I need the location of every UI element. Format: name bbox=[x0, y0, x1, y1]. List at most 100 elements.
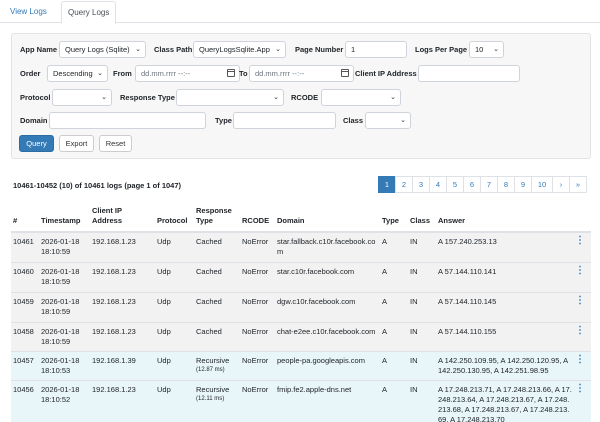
row-type: A bbox=[382, 356, 388, 365]
logs-per-page-label: Logs Per Page bbox=[415, 45, 468, 54]
page-5-link[interactable]: 5 bbox=[446, 176, 464, 193]
header-protocol: Protocol bbox=[157, 216, 188, 225]
row-answer: A 57.144.110.145 bbox=[438, 297, 497, 306]
row-menu-icon[interactable]: ⋮ bbox=[575, 384, 585, 394]
class-path-select[interactable]: QueryLogsSqlite.App ⌄ bbox=[193, 41, 286, 58]
row-date: 2026-01-18 bbox=[41, 237, 80, 246]
client-ip-input[interactable] bbox=[418, 65, 520, 82]
row-client-ip: 192.168.1.23 bbox=[92, 385, 136, 394]
next-page-link[interactable]: › bbox=[552, 176, 570, 193]
row-menu-icon[interactable]: ⋮ bbox=[575, 296, 585, 306]
table-row[interactable]: 10459 2026-01-18 18:10:59 192.168.1.23 U… bbox=[11, 293, 591, 323]
row-domain: fmip.fe2.apple-dns.net bbox=[277, 385, 352, 394]
page-4-link[interactable]: 4 bbox=[429, 176, 447, 193]
chevron-down-icon: ⌄ bbox=[135, 46, 141, 53]
export-button[interactable]: Export bbox=[59, 135, 94, 152]
row-menu-icon[interactable]: ⋮ bbox=[575, 236, 585, 246]
row-protocol: Udp bbox=[157, 237, 171, 246]
row-rcode: NoError bbox=[242, 237, 269, 246]
row-protocol: Udp bbox=[157, 385, 171, 394]
tab-view-logs[interactable]: View Logs bbox=[4, 1, 53, 24]
page-10-link[interactable]: 10 bbox=[531, 176, 553, 193]
row-client-ip: 192.168.1.39 bbox=[92, 356, 136, 365]
row-time: 18:10:59 bbox=[41, 337, 71, 346]
from-placeholder: dd.mm.rrrr --:-- bbox=[141, 69, 191, 78]
header-class: Class bbox=[410, 216, 431, 225]
calendar-icon[interactable] bbox=[227, 69, 235, 77]
tab-query-logs[interactable]: Query Logs bbox=[61, 1, 117, 24]
table-row[interactable]: 10460 2026-01-18 18:10:59 192.168.1.23 U… bbox=[11, 263, 591, 293]
page-9-link[interactable]: 9 bbox=[514, 176, 532, 193]
page-8-link[interactable]: 8 bbox=[497, 176, 515, 193]
row-client-ip: 192.168.1.23 bbox=[92, 297, 136, 306]
chevron-down-icon: ⌄ bbox=[493, 46, 499, 53]
rcode-select[interactable]: ⌄ bbox=[321, 89, 401, 106]
calendar-icon[interactable] bbox=[341, 69, 349, 77]
row-date: 2026-01-18 bbox=[41, 385, 80, 394]
row-response-type: Cached bbox=[196, 327, 222, 336]
row-menu-icon[interactable]: ⋮ bbox=[575, 355, 585, 365]
row-domain: people-pa.googleapis.com bbox=[277, 356, 365, 365]
page-1-link[interactable]: 1 bbox=[378, 176, 396, 193]
row-protocol: Udp bbox=[157, 356, 171, 365]
query-button[interactable]: Query bbox=[19, 135, 54, 152]
chevron-down-icon: ⌄ bbox=[101, 94, 107, 101]
filter-panel: App Name Query Logs (Sqlite) ⌄ Class Path… bbox=[11, 33, 591, 159]
header-domain: Domain bbox=[277, 216, 305, 225]
row-type: A bbox=[382, 267, 388, 276]
to-datetime-input[interactable]: dd.mm.rrrr --:-- bbox=[249, 65, 354, 82]
logs-per-page-value: 10 bbox=[475, 45, 484, 54]
row-time: 18:10:59 bbox=[41, 247, 71, 256]
row-class: IN bbox=[410, 267, 418, 276]
page-3-link[interactable]: 3 bbox=[412, 176, 430, 193]
order-value: Descending bbox=[53, 69, 93, 78]
page-7-link[interactable]: 7 bbox=[480, 176, 498, 193]
row-response-type: Cached bbox=[196, 267, 222, 276]
class-select[interactable]: ⌄ bbox=[365, 112, 411, 129]
response-type-text: Recursive bbox=[196, 385, 230, 394]
page-6-link[interactable]: 6 bbox=[463, 176, 481, 193]
response-type-label: Response Type bbox=[120, 93, 175, 102]
table-row[interactable]: 10457 2026-01-18 18:10:53 192.168.1.39 U… bbox=[11, 352, 591, 381]
row-domain: chat-e2ee.c10r.facebook.com bbox=[277, 327, 376, 336]
last-page-link[interactable]: » bbox=[569, 176, 587, 193]
row-number: 10461 bbox=[13, 237, 34, 246]
logs-per-page-select[interactable]: 10 ⌄ bbox=[469, 41, 504, 58]
to-placeholder: dd.mm.rrrr --:-- bbox=[255, 69, 305, 78]
page-2-link[interactable]: 2 bbox=[395, 176, 413, 193]
response-type-select[interactable]: ⌄ bbox=[176, 89, 284, 106]
row-domain: star.c10r.facebook.com bbox=[277, 267, 355, 276]
response-time: (12.87 ms) bbox=[196, 367, 225, 373]
row-rcode: NoError bbox=[242, 297, 269, 306]
table-row[interactable]: 10461 2026-01-18 18:10:59 192.168.1.23 U… bbox=[11, 233, 591, 263]
type-input[interactable] bbox=[233, 112, 336, 129]
row-answer: A 57.144.110.141 bbox=[438, 267, 497, 276]
row-number: 10460 bbox=[13, 267, 34, 276]
row-rcode: NoError bbox=[242, 385, 269, 394]
row-domain: dgw.c10r.facebook.com bbox=[277, 297, 356, 306]
domain-input[interactable] bbox=[49, 112, 206, 129]
row-menu-icon[interactable]: ⋮ bbox=[575, 266, 585, 276]
row-answer: A 17.248.213.71, A 17.248.213.66, A 17.2… bbox=[438, 385, 572, 422]
table-row[interactable]: 10456 2026-01-18 18:10:52 192.168.1.23 U… bbox=[11, 381, 591, 422]
pagination: 1 2 3 4 5 6 7 8 9 10 › » bbox=[378, 176, 587, 193]
app-name-select[interactable]: Query Logs (Sqlite) ⌄ bbox=[59, 41, 146, 58]
from-label: From bbox=[113, 69, 132, 78]
row-type: A bbox=[382, 297, 388, 306]
header-number: # bbox=[13, 216, 18, 225]
row-response-type: Cached bbox=[196, 297, 222, 306]
reset-button[interactable]: Reset bbox=[99, 135, 132, 152]
from-datetime-input[interactable]: dd.mm.rrrr --:-- bbox=[135, 65, 240, 82]
to-label: To bbox=[239, 69, 248, 78]
row-class: IN bbox=[410, 356, 418, 365]
chevron-down-icon: ⌄ bbox=[273, 94, 279, 101]
order-select[interactable]: Descending ⌄ bbox=[47, 65, 108, 82]
row-time: 18:10:52 bbox=[41, 395, 71, 404]
table-row[interactable]: 10458 2026-01-18 18:10:59 192.168.1.23 U… bbox=[11, 323, 591, 352]
header-timestamp: Timestamp bbox=[41, 216, 81, 225]
row-menu-icon[interactable]: ⋮ bbox=[575, 326, 585, 336]
row-rcode: NoError bbox=[242, 267, 269, 276]
row-response-type: Recursive (12.11 ms) bbox=[196, 385, 229, 403]
protocol-select[interactable]: ⌄ bbox=[52, 89, 112, 106]
page-number-input[interactable]: 1 bbox=[345, 41, 407, 58]
